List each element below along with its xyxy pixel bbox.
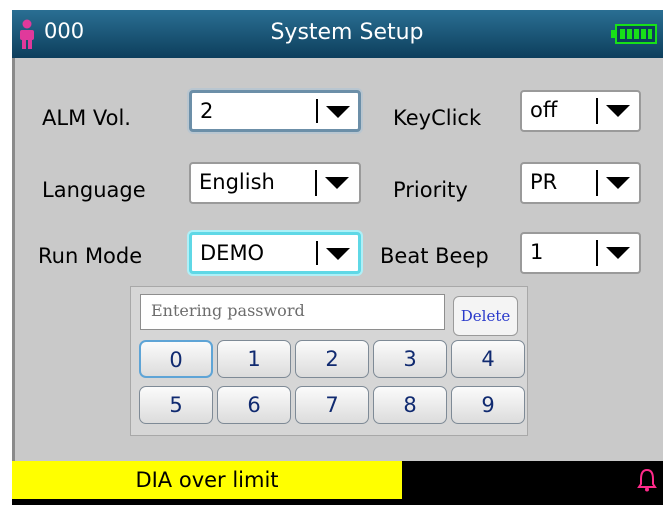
beat-beep-value: 1 — [530, 240, 544, 264]
chevron-down-icon — [325, 177, 349, 189]
priority-label: Priority — [393, 178, 468, 202]
chevron-down-icon — [326, 248, 350, 260]
priority-select[interactable]: PR — [520, 162, 641, 204]
password-field[interactable]: Entering password — [140, 294, 445, 330]
key-8[interactable]: 8 — [373, 386, 447, 424]
keyclick-label: KeyClick — [393, 106, 482, 130]
page-title: System Setup — [270, 20, 424, 45]
keyclick-select[interactable]: off — [520, 90, 641, 132]
key-5[interactable]: 5 — [139, 386, 213, 424]
alarm-message: DIA over limit — [12, 461, 402, 499]
title-bar: 000 System Setup — [12, 10, 663, 58]
chevron-down-icon — [326, 106, 350, 118]
run-mode-label: Run Mode — [38, 244, 143, 268]
monitor-screen: 000 System Setup ALM Vol. 2 KeyClick off… — [12, 10, 663, 505]
delete-button[interactable]: Delete — [453, 296, 518, 336]
key-4[interactable]: 4 — [451, 340, 525, 378]
beat-beep-select[interactable]: 1 — [520, 232, 641, 274]
chevron-down-icon — [606, 105, 630, 117]
key-3[interactable]: 3 — [373, 340, 447, 378]
key-2[interactable]: 2 — [295, 340, 369, 378]
run-mode-value: DEMO — [200, 241, 265, 265]
battery-full-icon — [611, 24, 657, 44]
keyclick-value: off — [530, 98, 558, 122]
run-mode-select[interactable]: DEMO — [189, 232, 361, 274]
status-bar: DIA over limit — [12, 461, 663, 505]
chevron-down-icon — [606, 177, 630, 189]
key-0[interactable]: 0 — [139, 340, 213, 378]
patient-icon — [20, 19, 34, 49]
alm-vol-value: 2 — [200, 99, 214, 123]
key-1[interactable]: 1 — [217, 340, 291, 378]
language-select[interactable]: English — [189, 162, 361, 204]
key-9[interactable]: 9 — [451, 386, 525, 424]
key-6[interactable]: 6 — [217, 386, 291, 424]
language-label: Language — [42, 178, 146, 202]
bell-icon[interactable] — [637, 467, 657, 493]
language-value: English — [199, 170, 275, 194]
chevron-down-icon — [606, 247, 630, 259]
patient-id: 000 — [44, 19, 85, 43]
priority-value: PR — [530, 170, 558, 194]
beat-beep-label: Beat Beep — [380, 244, 489, 268]
alm-vol-select[interactable]: 2 — [189, 90, 361, 132]
alm-vol-label: ALM Vol. — [42, 106, 131, 130]
key-7[interactable]: 7 — [295, 386, 369, 424]
